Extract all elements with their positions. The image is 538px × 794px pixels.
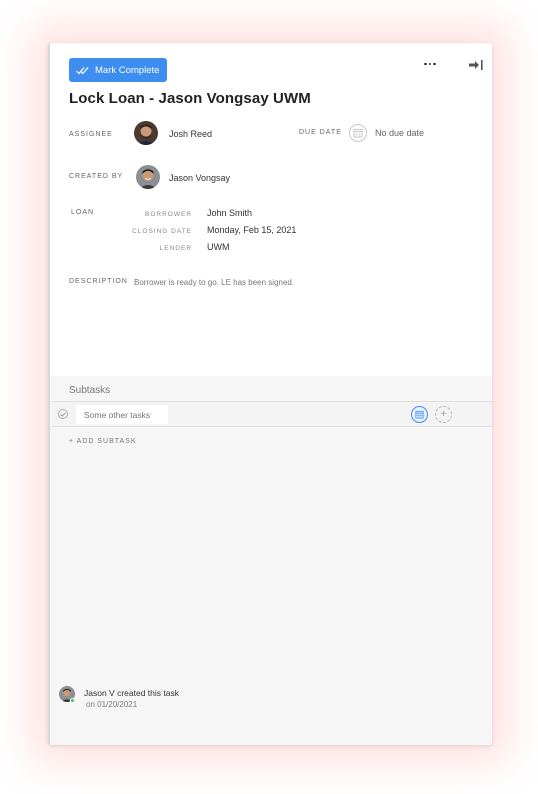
description-label: DESCRIPTION [69, 278, 128, 285]
add-assignee-icon[interactable]: + [435, 406, 452, 423]
mark-complete-label: Mark Complete [95, 64, 160, 76]
double-check-icon [76, 66, 89, 74]
activity-date: on 01/20/2021 [86, 700, 138, 709]
subtasks-section: Subtasks + + ADD SUBTASK [50, 376, 492, 745]
assignee-name[interactable]: Josh Reed [169, 129, 212, 139]
mark-complete-button[interactable]: Mark Complete [69, 58, 167, 82]
online-status-indicator [70, 698, 75, 703]
avatar[interactable] [134, 121, 158, 145]
loan-label: LOAN [71, 209, 95, 216]
created-by-label: CREATED BY [69, 173, 124, 180]
check-circle-icon[interactable] [58, 409, 68, 419]
description-text[interactable]: Borrower is ready to go. LE has been sig… [134, 278, 294, 287]
activity-text: Jason V created this task [84, 688, 179, 698]
calendar-icon[interactable] [411, 406, 428, 423]
lender-label: LENDER [159, 245, 192, 252]
task-title: Lock Loan - Jason Vongsay UWM [69, 90, 311, 107]
borrower-label: BORROWER [145, 211, 192, 218]
due-date-value[interactable]: No due date [375, 128, 424, 138]
closing-date-label: CLOSING DATE [132, 228, 192, 235]
lender-value: UWM [207, 242, 230, 252]
closing-date-value: Monday, Feb 15, 2021 [207, 225, 297, 235]
ellipsis-icon[interactable] [420, 57, 440, 71]
subtask-row: + [52, 401, 492, 427]
avatar [136, 165, 160, 189]
arrow-right-to-line-icon[interactable] [468, 58, 484, 72]
subtask-name-input[interactable] [76, 405, 168, 424]
assignee-label: ASSIGNEE [69, 131, 113, 138]
due-date-label: DUE DATE [299, 129, 342, 136]
calendar-icon[interactable] [349, 124, 367, 142]
task-detail-panel: Mark Complete Lock Loan - Jason Vongsay … [48, 43, 492, 745]
subtasks-title: Subtasks [69, 385, 111, 396]
created-by-name: Jason Vongsay [169, 173, 231, 183]
borrower-value: John Smith [207, 208, 253, 218]
add-subtask-button[interactable]: + ADD SUBTASK [69, 438, 137, 445]
